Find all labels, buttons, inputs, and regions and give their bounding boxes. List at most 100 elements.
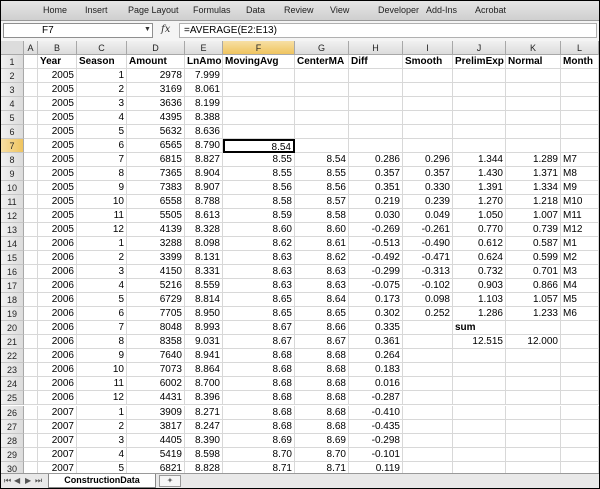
ribbon-tab-insert[interactable]: Insert — [85, 5, 108, 15]
cell-k13[interactable]: 0.739 — [506, 223, 561, 238]
cell-c16[interactable]: 3 — [77, 265, 127, 280]
cell-c30[interactable]: 5 — [77, 461, 127, 473]
row-header-28[interactable]: 28 — [1, 433, 24, 448]
cell-b17[interactable]: 2006 — [38, 279, 77, 294]
ribbon-tab-data[interactable]: Data — [246, 5, 265, 15]
row-header-23[interactable]: 23 — [1, 363, 24, 378]
cell-f18[interactable]: 8.65 — [223, 293, 295, 308]
cell-b9[interactable]: 2005 — [38, 167, 77, 182]
cell-l4[interactable] — [561, 97, 599, 112]
cell-g9[interactable]: 8.55 — [295, 167, 349, 182]
cell-f16[interactable]: 8.63 — [223, 265, 295, 280]
cell-d27[interactable]: 3817 — [127, 419, 185, 434]
cell-a12[interactable] — [24, 209, 38, 224]
cell-e27[interactable]: 8.247 — [185, 419, 223, 434]
cell-f27[interactable]: 8.68 — [223, 419, 295, 434]
cell-i18[interactable]: 0.098 — [403, 293, 453, 308]
cell-d28[interactable]: 4405 — [127, 433, 185, 448]
cell-j7[interactable] — [453, 139, 506, 154]
cell-h21[interactable]: 0.361 — [349, 335, 403, 350]
cell-e28[interactable]: 8.390 — [185, 433, 223, 448]
cell-g28[interactable]: 8.69 — [295, 433, 349, 448]
cell-j26[interactable] — [453, 405, 506, 420]
row-header-15[interactable]: 15 — [1, 251, 24, 266]
name-box[interactable]: F7 — [3, 23, 153, 38]
cell-c14[interactable]: 1 — [77, 237, 127, 252]
cell-c23[interactable]: 10 — [77, 363, 127, 378]
row-header-13[interactable]: 13 — [1, 223, 24, 238]
cell-b5[interactable]: 2005 — [38, 111, 77, 126]
cell-f15[interactable]: 8.63 — [223, 251, 295, 266]
cell-j14[interactable]: 0.612 — [453, 237, 506, 252]
cell-g5[interactable] — [295, 111, 349, 126]
cell-b15[interactable]: 2006 — [38, 251, 77, 266]
cell-a6[interactable] — [24, 125, 38, 140]
cell-i7[interactable] — [403, 139, 453, 154]
cell-j6[interactable] — [453, 125, 506, 140]
cell-c26[interactable]: 1 — [77, 405, 127, 420]
cell-j19[interactable]: 1.286 — [453, 307, 506, 322]
cell-b7[interactable]: 2005 — [38, 139, 77, 154]
cell-h4[interactable] — [349, 97, 403, 112]
row-header-12[interactable]: 12 — [1, 209, 24, 224]
cell-f28[interactable]: 8.69 — [223, 433, 295, 448]
cell-f24[interactable]: 8.68 — [223, 377, 295, 392]
cell-l2[interactable] — [561, 69, 599, 84]
cell-j13[interactable]: 0.770 — [453, 223, 506, 238]
cell-j20[interactable]: sum — [453, 321, 506, 336]
cell-e14[interactable]: 8.098 — [185, 237, 223, 252]
cell-d15[interactable]: 3399 — [127, 251, 185, 266]
cell-f19[interactable]: 8.65 — [223, 307, 295, 322]
cell-d6[interactable]: 5632 — [127, 125, 185, 140]
cell-e10[interactable]: 8.907 — [185, 181, 223, 196]
cell-l8[interactable]: M7 — [561, 153, 599, 168]
cell-h17[interactable]: -0.075 — [349, 279, 403, 294]
cell-f29[interactable]: 8.70 — [223, 447, 295, 462]
cell-l29[interactable] — [561, 447, 599, 462]
cell-d30[interactable]: 6821 — [127, 461, 185, 473]
cell-h19[interactable]: 0.302 — [349, 307, 403, 322]
active-cell-f7[interactable]: 8.54 — [223, 139, 295, 154]
row-header-3[interactable]: 3 — [1, 83, 24, 98]
cell-h26[interactable]: -0.410 — [349, 405, 403, 420]
cell-h2[interactable] — [349, 69, 403, 84]
cell-l15[interactable]: M2 — [561, 251, 599, 266]
column-header-l[interactable]: L — [561, 41, 599, 55]
cell-i14[interactable]: -0.490 — [403, 237, 453, 252]
cell-c15[interactable]: 2 — [77, 251, 127, 266]
column-header-g[interactable]: G — [295, 41, 349, 55]
cell-g1[interactable]: CenterMA — [295, 55, 349, 69]
cell-l13[interactable]: M12 — [561, 223, 599, 238]
ribbon-tab-acrobat[interactable]: Acrobat — [475, 5, 506, 15]
cell-e21[interactable]: 9.031 — [185, 335, 223, 350]
cell-i29[interactable] — [403, 447, 453, 462]
cell-a4[interactable] — [24, 97, 38, 112]
cell-h23[interactable]: 0.183 — [349, 363, 403, 378]
cell-c2[interactable]: 1 — [77, 69, 127, 84]
column-header-j[interactable]: J — [453, 41, 506, 55]
cell-b10[interactable]: 2005 — [38, 181, 77, 196]
cell-l9[interactable]: M8 — [561, 167, 599, 182]
cell-j16[interactable]: 0.732 — [453, 265, 506, 280]
cell-i2[interactable] — [403, 69, 453, 84]
cell-c18[interactable]: 5 — [77, 293, 127, 308]
row-header-25[interactable]: 25 — [1, 391, 24, 406]
next-sheet-icon[interactable]: ▶ — [25, 476, 31, 485]
cell-g23[interactable]: 8.68 — [295, 363, 349, 378]
cell-a21[interactable] — [24, 335, 38, 350]
cell-d7[interactable]: 6565 — [127, 139, 185, 154]
cell-b11[interactable]: 2005 — [38, 195, 77, 210]
cell-i17[interactable]: -0.102 — [403, 279, 453, 294]
cell-c28[interactable]: 3 — [77, 433, 127, 448]
cell-j23[interactable] — [453, 363, 506, 378]
cell-f1[interactable]: MovingAvg — [223, 55, 295, 69]
cell-b13[interactable]: 2005 — [38, 223, 77, 238]
cell-i27[interactable] — [403, 419, 453, 434]
cell-d10[interactable]: 7383 — [127, 181, 185, 196]
cell-b3[interactable]: 2005 — [38, 83, 77, 98]
cell-g13[interactable]: 8.60 — [295, 223, 349, 238]
cell-b6[interactable]: 2005 — [38, 125, 77, 140]
ribbon-tab-view[interactable]: View — [330, 5, 349, 15]
row-header-29[interactable]: 29 — [1, 447, 24, 462]
cell-h14[interactable]: -0.513 — [349, 237, 403, 252]
